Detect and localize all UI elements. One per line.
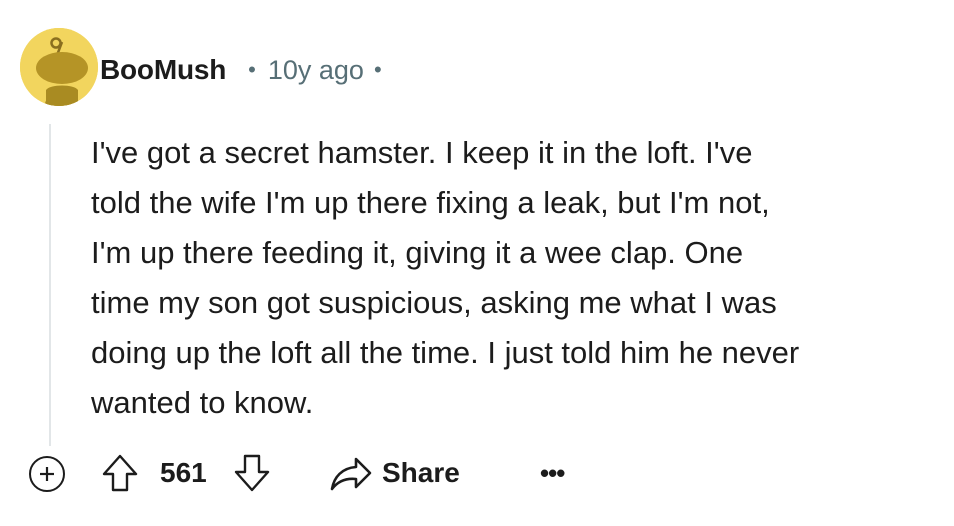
snoo-avatar-icon [20, 28, 98, 106]
author-username[interactable]: BooMush [100, 54, 226, 86]
downvote-button[interactable] [232, 452, 272, 494]
comment-body-line: told the wife I'm up there fixing a leak… [91, 185, 770, 220]
comment-age[interactable]: 10y ago [268, 55, 364, 86]
meta-separator-trailing: • [373, 57, 382, 82]
comment-body-line: I'm up there feeding it, giving it a wee… [91, 235, 744, 270]
arrow-down-icon [234, 454, 270, 492]
comment: BooMush • 10y ago • I've got a secret ha… [0, 0, 954, 526]
comment-body-line: wanted to know. [91, 385, 314, 420]
share-button[interactable]: Share [328, 452, 460, 494]
thread-line[interactable] [49, 124, 51, 446]
avatar[interactable] [20, 28, 98, 106]
more-options-button[interactable]: ••• [540, 456, 565, 490]
upvote-button[interactable] [100, 452, 140, 494]
share-label: Share [382, 457, 460, 488]
comment-body-line: time my son got suspicious, asking me wh… [91, 285, 777, 320]
expand-replies-button[interactable] [29, 456, 65, 492]
comment-action-bar: 561 Share ••• [0, 448, 954, 498]
comment-body-line: I've got a secret hamster. I keep it in … [91, 135, 753, 170]
plus-circle-icon [40, 467, 54, 481]
share-arrow-icon [330, 457, 372, 491]
comment-header: BooMush • 10y ago • [100, 50, 382, 90]
comment-body-line: doing up the loft all the time. I just t… [91, 335, 800, 370]
arrow-up-icon [102, 454, 138, 492]
comment-body: I've got a secret hamster. I keep it in … [91, 128, 941, 428]
vote-score: 561 [160, 457, 207, 488]
ellipsis-icon: ••• [540, 457, 565, 488]
meta-separator: • [248, 57, 256, 82]
